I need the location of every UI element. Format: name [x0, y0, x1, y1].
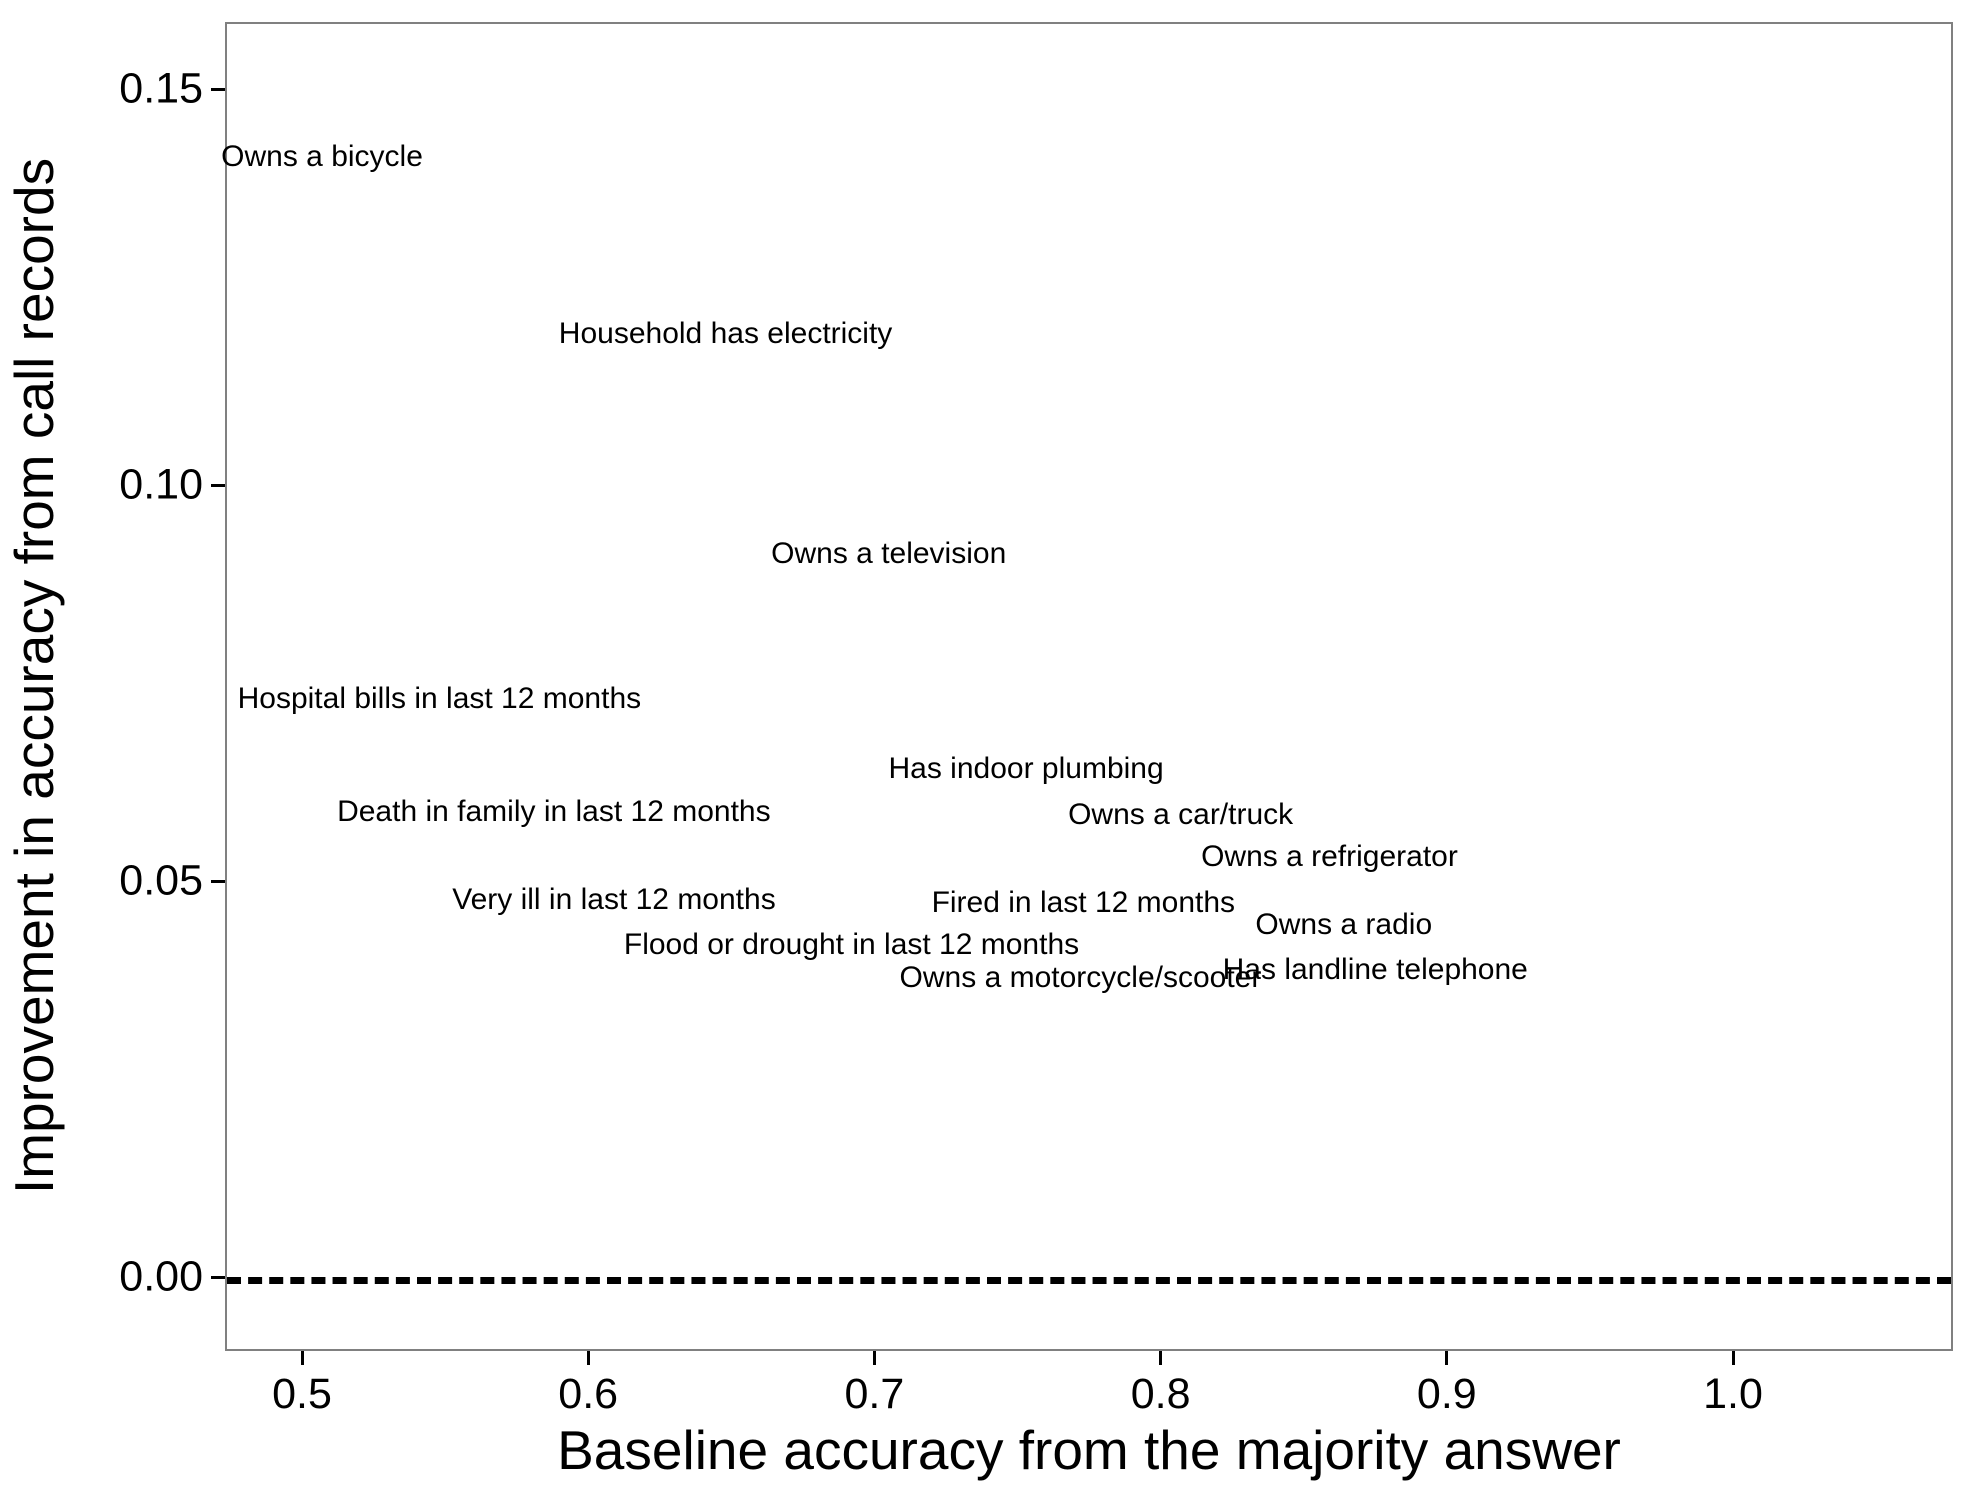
data-point-label: Has indoor plumbing — [888, 752, 1164, 786]
data-point-label: Fired in last 12 months — [931, 886, 1236, 920]
y-axis: 0.00 0.05 0.10 0.15 — [0, 0, 225, 1500]
data-point-label: Owns a radio — [1255, 908, 1433, 942]
data-point-label: Owns a bicycle — [221, 140, 423, 174]
y-tick-mark — [211, 483, 225, 487]
x-tick-mark — [1731, 1351, 1735, 1365]
x-tick-label: 0.6 — [558, 1370, 619, 1418]
data-point-label: Owns a television — [771, 536, 1007, 570]
y-tick-label: 0.15 — [119, 64, 203, 113]
y-tick-label: 0.10 — [119, 460, 203, 509]
x-tick-mark — [1159, 1351, 1163, 1365]
x-tick-label: 0.9 — [1416, 1370, 1477, 1418]
y-tick-label: 0.05 — [119, 856, 203, 905]
x-axis-title: Baseline accuracy from the majority answ… — [557, 1419, 1621, 1481]
zero-reference-line — [227, 1277, 1951, 1284]
y-tick-mark — [211, 879, 225, 883]
data-point-label: Very ill in last 12 months — [452, 883, 776, 916]
scatter-plot-figure: Improvement in accuracy from call record… — [0, 0, 1980, 1500]
data-point-label: Household has electricity — [558, 316, 893, 350]
data-point-label: Flood or drought in last 12 months — [623, 928, 1080, 962]
data-point-label: Hospital bills in last 12 months — [237, 681, 642, 715]
x-tick-mark — [300, 1351, 304, 1365]
x-tick-label: 0.5 — [272, 1370, 332, 1418]
y-tick-label: 0.00 — [119, 1252, 203, 1301]
y-tick-mark — [211, 87, 225, 91]
data-point-label: Owns a refrigerator — [1201, 840, 1458, 874]
data-point-label: Death in family in last 12 months — [337, 795, 771, 829]
x-tick-mark — [586, 1351, 590, 1365]
data-point-label: Owns a motorcycle/scooter — [899, 961, 1262, 995]
data-point-label: Owns a car/truck — [1068, 798, 1294, 832]
x-tick-label: 1.0 — [1703, 1370, 1763, 1418]
x-tick-label: 0.7 — [844, 1370, 905, 1418]
x-tick-mark — [872, 1351, 876, 1365]
data-point-label: Has landline telephone — [1222, 953, 1528, 987]
x-tick-mark — [1445, 1351, 1449, 1365]
y-tick-mark — [211, 1275, 225, 1279]
x-tick-label: 0.8 — [1130, 1370, 1191, 1418]
plot-panel: Owns a bicycle Household has electricity O… — [221, 22, 1953, 1351]
